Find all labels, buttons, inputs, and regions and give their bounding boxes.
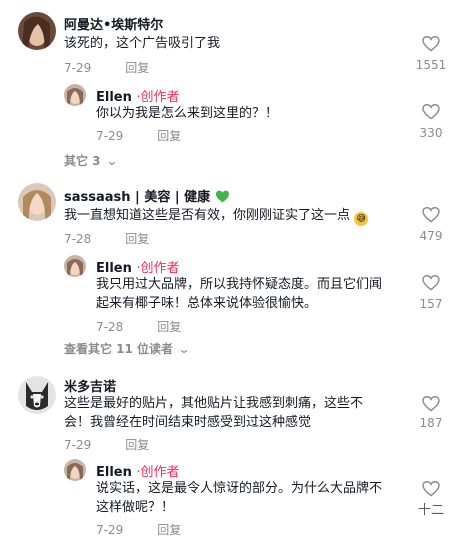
green-heart-icon <box>215 190 229 203</box>
reply-text: 你以为我是怎么来到这里的？！ <box>96 106 279 121</box>
comment-username[interactable]: sassaash | 美容 | 健康 <box>64 186 230 205</box>
reply-button[interactable]: 回复 <box>125 232 149 246</box>
comment-username[interactable]: 米多吉诺 <box>64 376 116 395</box>
comment-meta: 7-29 回复 <box>64 59 149 76</box>
comment-meta: 7-29 回复 <box>64 436 149 453</box>
avatar[interactable] <box>64 255 86 277</box>
like-heart-icon[interactable] <box>422 36 440 52</box>
avatar[interactable] <box>18 183 56 221</box>
reply-date: 7-28 <box>96 320 124 334</box>
like-count: 187 <box>419 416 443 430</box>
like-heart-icon[interactable] <box>422 275 440 291</box>
like-count: 479 <box>419 229 443 243</box>
reply-text-line: 说实话，这是最令人惊讶的部分。为什么大品牌不 <box>96 481 383 496</box>
reply-date: 7-29 <box>96 523 124 537</box>
reply-button[interactable]: 回复 <box>125 61 149 75</box>
view-more-label: 查看其它 11 位读者 <box>64 342 174 356</box>
reply-username[interactable]: Ellen ·创作者 <box>96 86 180 105</box>
creator-badge: ·创作者 <box>136 261 180 276</box>
reply-text-line: 我只用过大品牌，所以我持怀疑态度。而且它们闻 <box>96 277 383 292</box>
creator-badge: ·创作者 <box>136 465 180 480</box>
comment-text: 我一直想知道这些是否有效，你刚刚证实了这一点 😅 <box>64 206 369 226</box>
reply-text: 说实话，这是最令人惊讶的部分。为什么大品牌不 这样做呢？！ <box>96 479 416 517</box>
reply-username-text[interactable]: Ellen <box>96 465 132 480</box>
reply-text-line: 起来有椰子味！总体来说体验很愉快。 <box>96 296 318 311</box>
reply-button[interactable]: 回复 <box>157 129 181 143</box>
avatar[interactable] <box>18 376 56 414</box>
reply-text-line: 这样做呢？！ <box>96 500 175 515</box>
reply-text: 我只用过大品牌，所以我持怀疑态度。而且它们闻 起来有椰子味！总体来说体验很愉快。 <box>96 275 416 313</box>
chevron-down-icon: ⌄ <box>105 154 119 168</box>
sweat-smile-emoji-icon: 😅 <box>354 212 369 226</box>
comment-text-line: 这些是最好的贴片，其他贴片让我感到刺痛，这些不 <box>64 396 364 411</box>
like-count: 1551 <box>415 58 447 72</box>
chevron-down-icon: ⌄ <box>177 342 191 356</box>
reply-meta: 7-28 回复 <box>96 318 181 335</box>
like-heart-icon[interactable] <box>422 207 440 223</box>
comment-date: 7-28 <box>64 232 92 246</box>
comment-meta: 7-28 回复 <box>64 230 149 247</box>
reply-username[interactable]: Ellen ·创作者 <box>96 257 180 276</box>
reply-username[interactable]: Ellen ·创作者 <box>96 461 180 480</box>
avatar[interactable] <box>18 12 56 50</box>
like-count: 330 <box>419 126 443 140</box>
comment-text-line: 会！我曾经在时间结束时感受到过这种感觉 <box>64 415 312 430</box>
like-heart-icon[interactable] <box>422 396 440 412</box>
comment-date: 7-29 <box>64 438 92 452</box>
reply-username-text[interactable]: Ellen <box>96 261 132 276</box>
like-heart-icon[interactable] <box>422 481 440 497</box>
avatar[interactable] <box>64 84 86 106</box>
comment-text: 该死的，这个广告吸引了我 <box>64 36 221 51</box>
comment-username-text[interactable]: sassaash | 美容 | 健康 <box>64 190 210 205</box>
like-count: 十二 <box>417 503 444 518</box>
reply-meta: 7-29 回复 <box>96 521 181 538</box>
comment-username[interactable]: 阿曼达•埃斯特尔 <box>64 14 163 33</box>
creator-badge: ·创作者 <box>136 90 180 105</box>
comment-date: 7-29 <box>64 61 92 75</box>
like-heart-icon[interactable] <box>422 104 440 120</box>
reply-date: 7-29 <box>96 129 124 143</box>
reply-button[interactable]: 回复 <box>157 320 181 334</box>
view-more-replies[interactable]: 查看其它 11 位读者 ⌄ <box>64 340 191 357</box>
reply-meta: 7-29 回复 <box>96 127 181 144</box>
reply-button[interactable]: 回复 <box>157 523 181 537</box>
avatar[interactable] <box>64 459 86 481</box>
view-more-replies[interactable]: 其它 3 ⌄ <box>64 152 119 169</box>
like-count: 157 <box>419 297 443 311</box>
reply-username-text[interactable]: Ellen <box>96 90 132 105</box>
view-more-label: 其它 3 <box>64 154 101 168</box>
reply-button[interactable]: 回复 <box>125 438 149 452</box>
comment-text: 这些是最好的贴片，其他贴片让我感到刺痛，这些不 会！我曾经在时间结束时感受到过这… <box>64 394 404 432</box>
comment-text-content: 我一直想知道这些是否有效，你刚刚证实了这一点 <box>64 208 351 223</box>
